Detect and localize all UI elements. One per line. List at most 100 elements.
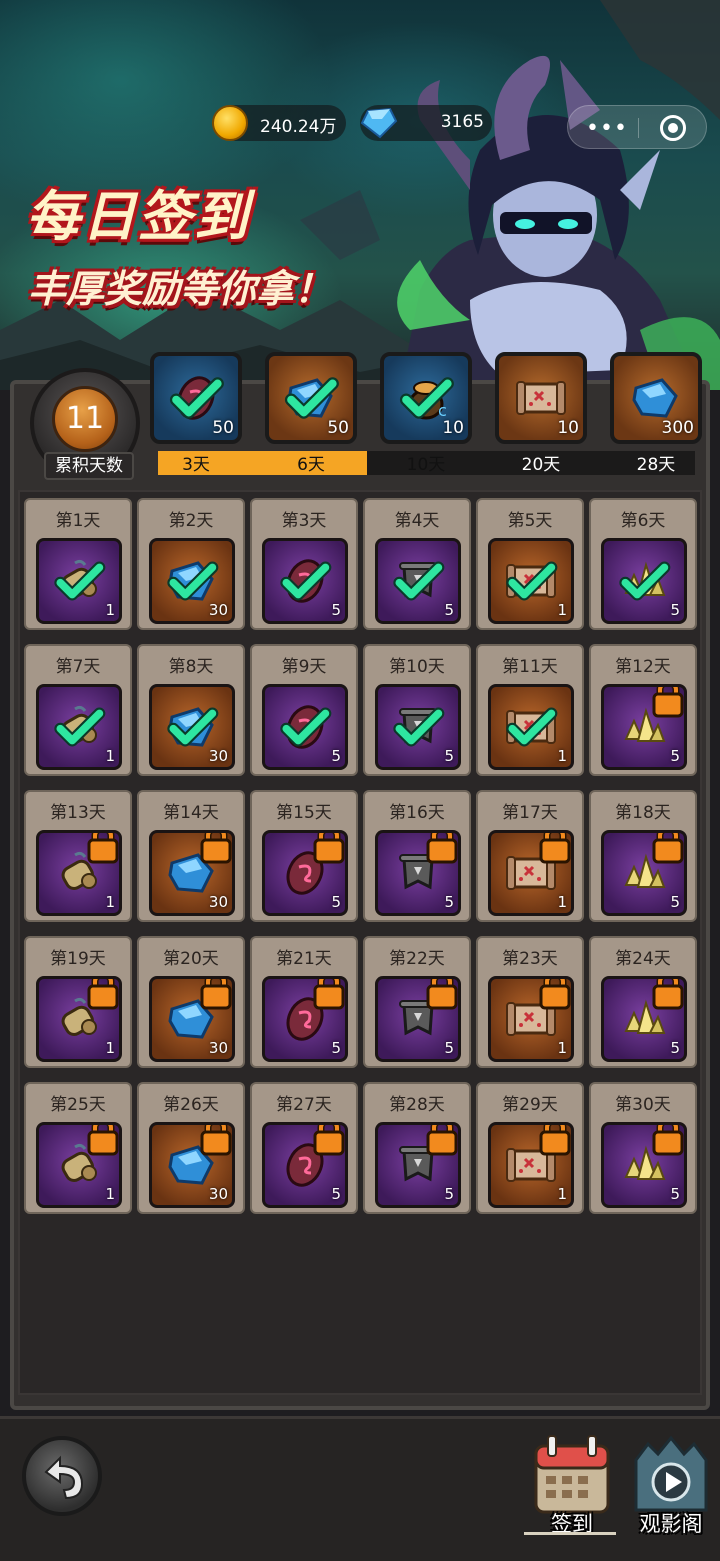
reward-qty: 5: [444, 893, 454, 911]
reward-cell[interactable]: 第1天 1: [24, 498, 132, 630]
reward-icon-frame: 5: [375, 1122, 461, 1208]
reward-cell[interactable]: 第20天 30: [137, 936, 245, 1068]
reward-icon-frame: 1: [488, 976, 574, 1062]
milestone-4[interactable]: 10: [495, 352, 587, 444]
milestone-qty: 10: [442, 418, 464, 438]
reward-qty: 5: [444, 601, 454, 619]
reward-icon-frame: 30: [149, 830, 235, 916]
reward-qty: 5: [331, 601, 341, 619]
reward-icon-frame: 1: [488, 1122, 574, 1208]
reward-day-label: 第6天: [620, 511, 666, 531]
reward-icon-frame: 30: [149, 538, 235, 624]
reward-cell[interactable]: 第17天 1: [476, 790, 584, 922]
milestone-2[interactable]: 50: [265, 352, 357, 444]
reward-cell[interactable]: 第6天 5: [589, 498, 697, 630]
reward-qty: 1: [105, 893, 115, 911]
reward-cell[interactable]: 第25天 1: [24, 1082, 132, 1214]
back-button[interactable]: [22, 1436, 102, 1516]
reward-icon-frame: 5: [375, 684, 461, 770]
reward-cell[interactable]: 第28天 5: [363, 1082, 471, 1214]
reward-cell[interactable]: 第26天 30: [137, 1082, 245, 1214]
reward-day-label: 第27天: [276, 1095, 332, 1115]
milestone-5[interactable]: 300: [610, 352, 702, 444]
reward-icon-frame: 30: [149, 684, 235, 770]
milestone-qty: 300: [661, 418, 694, 438]
reward-icon-frame: 5: [601, 976, 687, 1062]
reward-cell[interactable]: 第29天 1: [476, 1082, 584, 1214]
reward-cell[interactable]: 第24天 5: [589, 936, 697, 1068]
reward-day-label: 第12天: [615, 657, 671, 677]
reward-qty: 30: [208, 601, 228, 619]
milestone-day-label: 10天: [406, 455, 446, 475]
miniprogram-capsule: •••: [567, 105, 707, 149]
reward-cell[interactable]: 第11天 1: [476, 644, 584, 776]
milestone-1[interactable]: 50: [150, 352, 242, 444]
close-target-icon[interactable]: [660, 115, 686, 141]
milestone-day-label: 20天: [521, 455, 561, 475]
reward-day-label: 第19天: [50, 949, 106, 969]
reward-day-label: 第25天: [50, 1095, 106, 1115]
reward-cell[interactable]: 第2天 30: [137, 498, 245, 630]
reward-cell[interactable]: 第21天 5: [250, 936, 358, 1068]
reward-cell[interactable]: 第19天 1: [24, 936, 132, 1068]
reward-qty: 5: [670, 1039, 680, 1057]
reward-day-label: 第23天: [502, 949, 558, 969]
reward-qty: 30: [208, 893, 228, 911]
reward-cell[interactable]: 第30天 5: [589, 1082, 697, 1214]
reward-cell[interactable]: 第3天 5: [250, 498, 358, 630]
more-icon[interactable]: •••: [586, 116, 628, 141]
reward-day-label: 第17天: [502, 803, 558, 823]
reward-cell[interactable]: 第12天 5: [589, 644, 697, 776]
reward-cell[interactable]: 第15天 5: [250, 790, 358, 922]
tab-video-hall[interactable]: 观影阁: [628, 1430, 714, 1540]
reward-cell[interactable]: 第16天 5: [363, 790, 471, 922]
reward-day-label: 第29天: [502, 1095, 558, 1115]
reward-day-label: 第22天: [389, 949, 445, 969]
back-arrow-icon: [44, 1455, 84, 1500]
reward-day-label: 第8天: [168, 657, 214, 677]
reward-icon-frame: 5: [262, 976, 348, 1062]
reward-qty: 5: [331, 747, 341, 765]
reward-icon-frame: 5: [262, 538, 348, 624]
reward-cell[interactable]: 第14天 30: [137, 790, 245, 922]
reward-cell[interactable]: 第13天 1: [24, 790, 132, 922]
reward-qty: 1: [557, 893, 567, 911]
tab-sign-in[interactable]: 签到: [530, 1430, 614, 1540]
reward-cell[interactable]: 第27天 5: [250, 1082, 358, 1214]
reward-qty: 1: [105, 601, 115, 619]
reward-qty: 30: [208, 1185, 228, 1203]
reward-qty: 5: [444, 1185, 454, 1203]
reward-qty: 5: [670, 1185, 680, 1203]
reward-qty: 5: [444, 1039, 454, 1057]
reward-cell[interactable]: 第18天 5: [589, 790, 697, 922]
video-hall-icon: [634, 1435, 708, 1512]
daily-sign-in-screen: 240.24万 3165 ••• 每日签到 丰厚奖励等你拿！ 1 1 累积天数 5…: [0, 0, 720, 1561]
reward-cell[interactable]: 第5天 1: [476, 498, 584, 630]
reward-icon-frame: 5: [262, 1122, 348, 1208]
coin-value: 240.24万: [260, 117, 337, 137]
reward-cell[interactable]: 第9天 5: [250, 644, 358, 776]
reward-day-label: 第20天: [163, 949, 219, 969]
reward-day-label: 第30天: [615, 1095, 671, 1115]
banner: 240.24万 3165 ••• 每日签到 丰厚奖励等你拿！: [0, 0, 720, 390]
coin-counter: 240.24万: [212, 105, 346, 141]
reward-day-label: 第3天: [281, 511, 327, 531]
reward-cell[interactable]: 第7天 1: [24, 644, 132, 776]
reward-cell[interactable]: 第23天 1: [476, 936, 584, 1068]
reward-cell[interactable]: 第8天 30: [137, 644, 245, 776]
reward-cell[interactable]: 第22天 5: [363, 936, 471, 1068]
milestone-3[interactable]: c 10: [380, 352, 472, 444]
reward-day-label: 第4天: [394, 511, 440, 531]
milestone-day-label: 6天: [297, 455, 325, 475]
milestone-qty: 10: [557, 418, 579, 438]
reward-cell[interactable]: 第4天 5: [363, 498, 471, 630]
reward-cell[interactable]: 第10天 5: [363, 644, 471, 776]
reward-day-label: 第5天: [507, 511, 553, 531]
reward-qty: 5: [670, 747, 680, 765]
reward-icon-frame: 30: [149, 1122, 235, 1208]
reward-icon-frame: 5: [601, 538, 687, 624]
reward-day-label: 第7天: [55, 657, 101, 677]
reward-grid: 第1天 1 第2天 30 第3天 5 第4天 5 第5天 1 第6天 5 第7天 1 第8天 30 第9天 5 第1…: [18, 490, 702, 1395]
reward-qty: 30: [208, 1039, 228, 1057]
accumulated-days-label: 累积天数: [44, 452, 134, 480]
